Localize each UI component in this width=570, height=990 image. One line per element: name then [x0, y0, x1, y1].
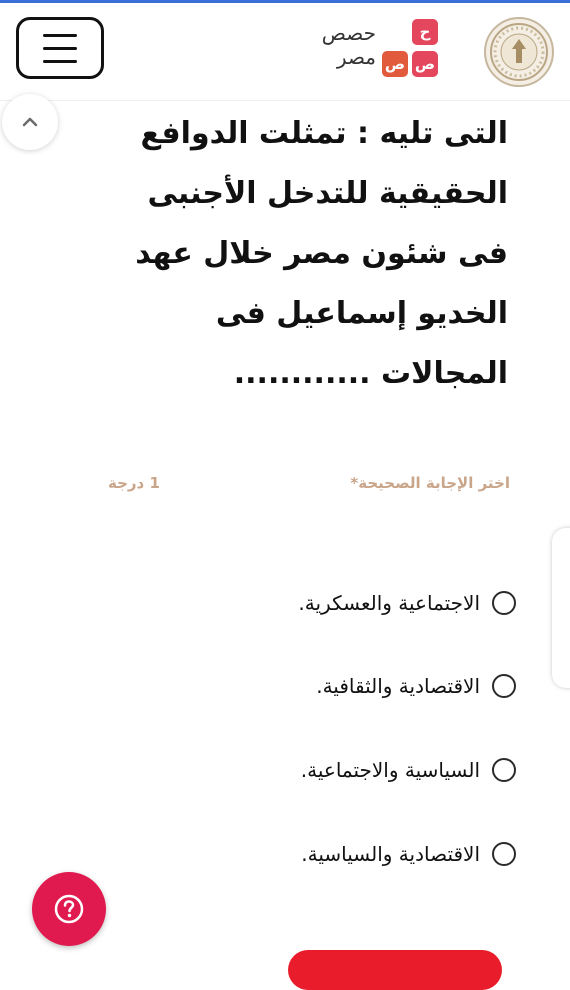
- answer-option[interactable]: الاجتماعية والعسكرية.: [298, 585, 516, 621]
- logo-tile: ح: [412, 19, 438, 45]
- logo-tile: ص: [382, 51, 408, 77]
- brand-logo: ح ص ص: [382, 19, 440, 81]
- answer-option[interactable]: الاقتصادية والسياسية.: [301, 836, 516, 872]
- radio-button[interactable]: [492, 842, 516, 866]
- answer-prompt: اختر الإجابة الصحيحة*: [350, 474, 510, 492]
- app-header: حصص مصر ح ص ص: [0, 3, 570, 101]
- answer-option[interactable]: الاقتصادية والثقافية.: [316, 668, 516, 704]
- answer-option-label: السياسية والاجتماعية.: [300, 758, 480, 782]
- radio-button[interactable]: [492, 758, 516, 782]
- brand-name-line2: مصر: [336, 45, 376, 69]
- answer-option[interactable]: السياسية والاجتماعية.: [301, 752, 516, 788]
- brand-name-line1: حصص: [321, 21, 376, 45]
- answer-option-label: الاقتصادية والسياسية.: [301, 842, 480, 866]
- points-label: 1 درجة: [108, 474, 160, 492]
- question-text: التى تليه : تمثلت الدوافع الحقيقية للتدخ…: [135, 116, 508, 391]
- next-button[interactable]: [288, 950, 502, 990]
- chevron-up-icon: [22, 117, 38, 127]
- answer-option-label: الاقتصادية والثقافية.: [316, 674, 480, 698]
- menu-button[interactable]: [16, 17, 104, 79]
- logo-tile: ص: [412, 51, 438, 77]
- radio-button[interactable]: [492, 591, 516, 615]
- scroll-up-button[interactable]: [2, 94, 58, 150]
- ministry-seal-icon: [484, 17, 554, 87]
- question-mark-icon: [54, 894, 84, 924]
- help-button[interactable]: [32, 872, 106, 946]
- side-panel-tab[interactable]: [552, 528, 570, 688]
- answer-option-label: الاجتماعية والعسكرية.: [298, 591, 480, 615]
- radio-button[interactable]: [492, 674, 516, 698]
- brand-name: حصص مصر: [286, 21, 376, 69]
